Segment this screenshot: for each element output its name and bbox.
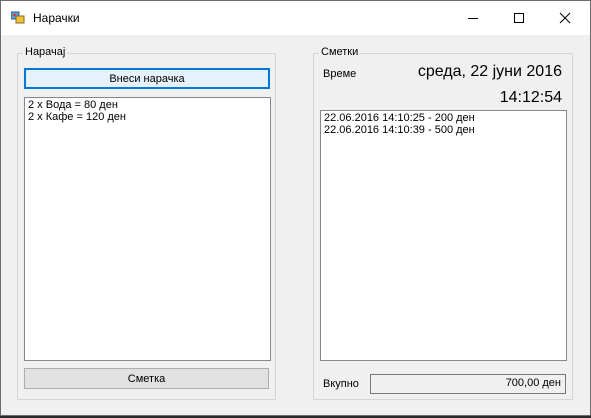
list-item[interactable]: 22.06.2016 14:10:39 - 500 ден — [324, 124, 563, 136]
main-window: Нарачки Нарачај Внеси нарачка 2 x Вода =… — [0, 0, 591, 416]
maximize-icon — [514, 13, 524, 23]
form-app-icon — [10, 11, 25, 25]
time-label: Време — [323, 68, 357, 80]
maximize-button[interactable] — [496, 1, 542, 35]
total-label: Вкупно — [323, 378, 359, 390]
date-display: среда, 22 јуни 2016 — [417, 63, 562, 80]
add-order-button[interactable]: Внеси нарачка — [24, 68, 270, 89]
list-item[interactable]: 2 x Кафе = 120 ден — [28, 111, 267, 123]
bill-button[interactable]: Сметка — [24, 368, 269, 389]
time-display: 14:12:54 — [499, 89, 562, 106]
title-bar[interactable]: Нарачки — [1, 1, 590, 35]
minimize-icon — [468, 18, 478, 19]
window-title: Нарачки — [33, 11, 80, 25]
bills-listbox[interactable]: 22.06.2016 14:10:25 - 200 ден 22.06.2016… — [320, 110, 567, 361]
minimize-button[interactable] — [450, 1, 496, 35]
bills-group-label: Сметки — [319, 46, 361, 58]
orders-group-label: Нарачај — [23, 46, 68, 58]
total-field[interactable]: 700,00 ден — [370, 374, 566, 394]
list-item[interactable]: 22.06.2016 14:10:25 - 200 ден — [324, 112, 563, 124]
close-icon — [559, 12, 571, 24]
list-item[interactable]: 2 x Вода = 80 ден — [28, 99, 267, 111]
close-button[interactable] — [542, 1, 588, 35]
orders-listbox[interactable]: 2 x Вода = 80 ден 2 x Кафе = 120 ден — [24, 97, 271, 361]
